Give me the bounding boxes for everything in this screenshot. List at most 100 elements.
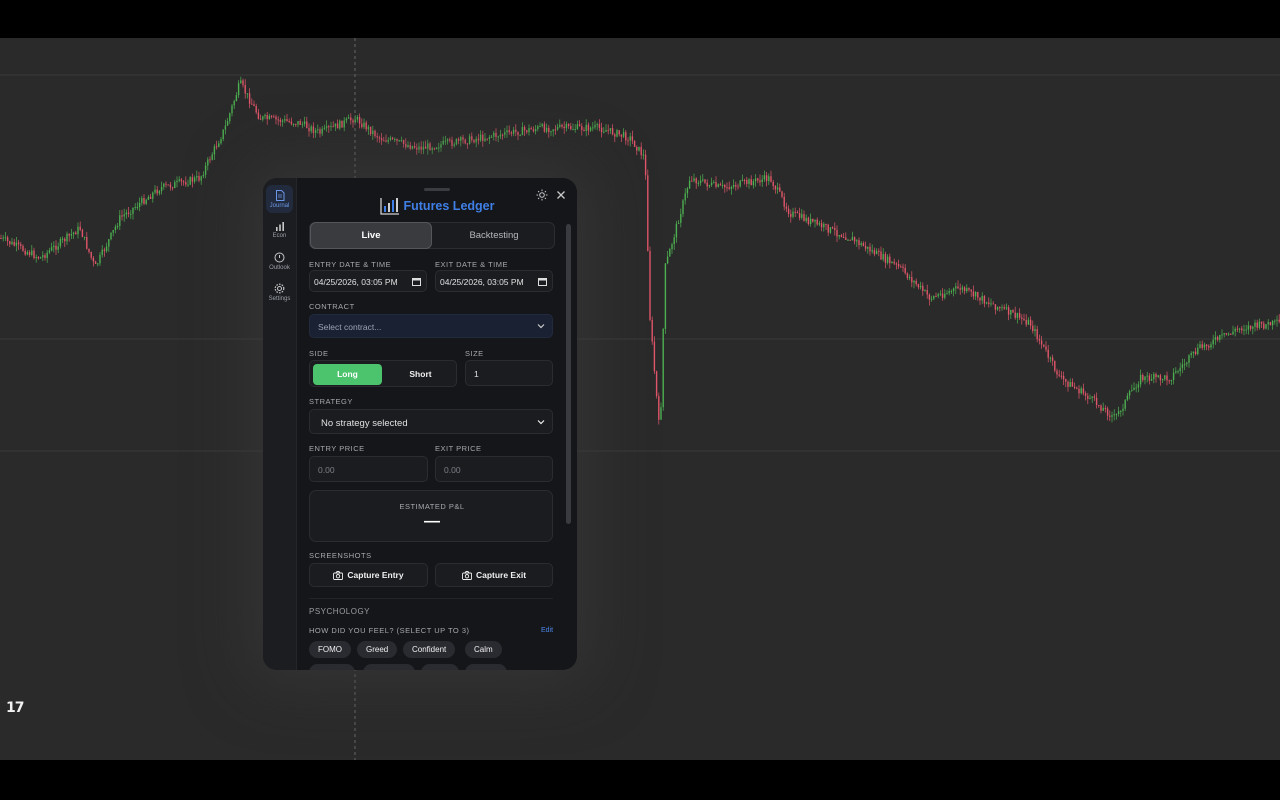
sidebar-item-outlook[interactable]: Outlook — [266, 247, 293, 275]
candle-body — [262, 116, 264, 120]
candle-body — [22, 245, 24, 251]
candle-body — [1062, 375, 1065, 380]
candle-body — [99, 254, 101, 264]
candle-body — [1102, 407, 1104, 411]
candle-body — [845, 237, 847, 241]
candle-body — [829, 227, 832, 233]
candle-body — [1175, 371, 1177, 373]
psychology-label: PSYCHOLOGY — [309, 607, 371, 616]
candle-body — [1179, 367, 1181, 372]
feeling-chip[interactable] — [363, 664, 415, 670]
strategy-select[interactable]: No strategy selected — [309, 409, 553, 434]
candle-body — [539, 126, 541, 128]
candle-body — [1271, 320, 1274, 326]
feeling-chip-fomo[interactable]: FOMO — [309, 641, 351, 658]
feeling-chip-confident[interactable]: Confident — [403, 641, 456, 658]
feeling-chip[interactable] — [309, 664, 355, 670]
candle-body — [123, 214, 125, 217]
candle-body — [693, 178, 695, 181]
candle-body — [1274, 320, 1276, 322]
candle-body — [178, 179, 180, 181]
candle-body — [1269, 322, 1272, 326]
edit-feelings-link[interactable]: Edit — [541, 627, 553, 634]
candle-body — [842, 236, 845, 238]
candle-body — [1115, 414, 1118, 416]
entry-price-input[interactable]: 0.00 — [309, 456, 428, 482]
size-input[interactable]: 1 — [465, 360, 553, 386]
sidebar-item-econ[interactable]: Econ — [266, 216, 293, 244]
scrollbar[interactable] — [566, 224, 571, 524]
size-value: 1 — [474, 369, 479, 379]
candle-body — [1111, 415, 1113, 417]
candle-body — [836, 229, 838, 237]
calendar-icon[interactable] — [412, 277, 421, 286]
candle-body — [761, 179, 763, 183]
candle-body — [1069, 382, 1071, 387]
candle-body — [154, 189, 156, 193]
candle-body — [37, 256, 40, 259]
candle-body — [818, 223, 821, 225]
candle-body — [134, 207, 136, 209]
candle-body — [739, 180, 741, 187]
tab-backtesting[interactable]: Backtesting — [434, 223, 554, 248]
entry-datetime-input[interactable]: 04/25/2026, 03:05 PM — [309, 270, 427, 292]
feeling-chip-calm[interactable]: Calm — [465, 641, 502, 658]
candle-body — [919, 285, 922, 288]
side-toggle: Long Short — [309, 360, 457, 387]
candle-body — [548, 127, 550, 132]
contract-select[interactable]: Select contract... — [309, 314, 553, 338]
candle-body — [688, 180, 691, 189]
sidebar-item-journal[interactable]: Journal — [266, 185, 293, 213]
candle-body — [904, 267, 906, 274]
candle-body — [642, 154, 645, 156]
candle-body — [521, 127, 524, 136]
candle-body — [622, 132, 625, 137]
candle-body — [231, 105, 233, 114]
brand-header: Futures Ledger — [297, 197, 577, 215]
long-button[interactable]: Long — [313, 364, 382, 385]
candle-body — [1219, 335, 1221, 340]
capture-exit-button[interactable]: Capture Exit — [435, 563, 553, 587]
price-chart[interactable] — [0, 38, 1280, 760]
sidebar: Journal Econ Outlook Settings — [263, 178, 297, 670]
candle-body — [237, 83, 240, 96]
sidebar-item-settings[interactable]: Settings — [266, 278, 293, 306]
candle-body — [185, 182, 187, 185]
mode-toggle: Live Backtesting — [309, 222, 555, 249]
exit-price-input[interactable]: 0.00 — [435, 456, 553, 482]
candle-body — [226, 121, 229, 126]
candle-body — [897, 264, 900, 267]
candle-body — [603, 131, 605, 133]
candle-body — [840, 235, 843, 237]
candle-body — [992, 303, 994, 305]
candle-body — [493, 132, 495, 137]
candle-body — [308, 128, 310, 132]
candle-body — [341, 120, 343, 128]
candle-body — [488, 137, 491, 139]
feeling-chip[interactable] — [465, 664, 507, 670]
candle-body — [1252, 326, 1254, 329]
candle-body — [462, 137, 464, 140]
candle-body — [235, 95, 238, 101]
capture-entry-button[interactable]: Capture Entry — [309, 563, 428, 587]
short-button[interactable]: Short — [386, 364, 455, 385]
calendar-icon[interactable] — [538, 277, 547, 286]
candle-body — [306, 121, 308, 129]
candle-body — [563, 126, 565, 129]
candle-body — [891, 261, 893, 264]
tab-live[interactable]: Live — [310, 222, 432, 249]
candle-body — [1023, 318, 1025, 321]
candle-body — [358, 116, 361, 124]
drag-handle[interactable] — [424, 188, 450, 191]
feeling-chip[interactable] — [421, 664, 459, 670]
exit-datetime-input[interactable]: 04/25/2026, 03:05 PM — [435, 270, 553, 292]
candle-body — [666, 256, 669, 264]
feeling-chip-greed[interactable]: Greed — [357, 641, 398, 658]
candle-body — [812, 218, 814, 222]
candle-body — [644, 154, 647, 176]
candle-body — [585, 124, 587, 132]
candle-body — [803, 214, 805, 221]
candle-body — [587, 124, 590, 131]
candle-body — [695, 178, 697, 184]
strategy-value: No strategy selected — [321, 418, 408, 429]
